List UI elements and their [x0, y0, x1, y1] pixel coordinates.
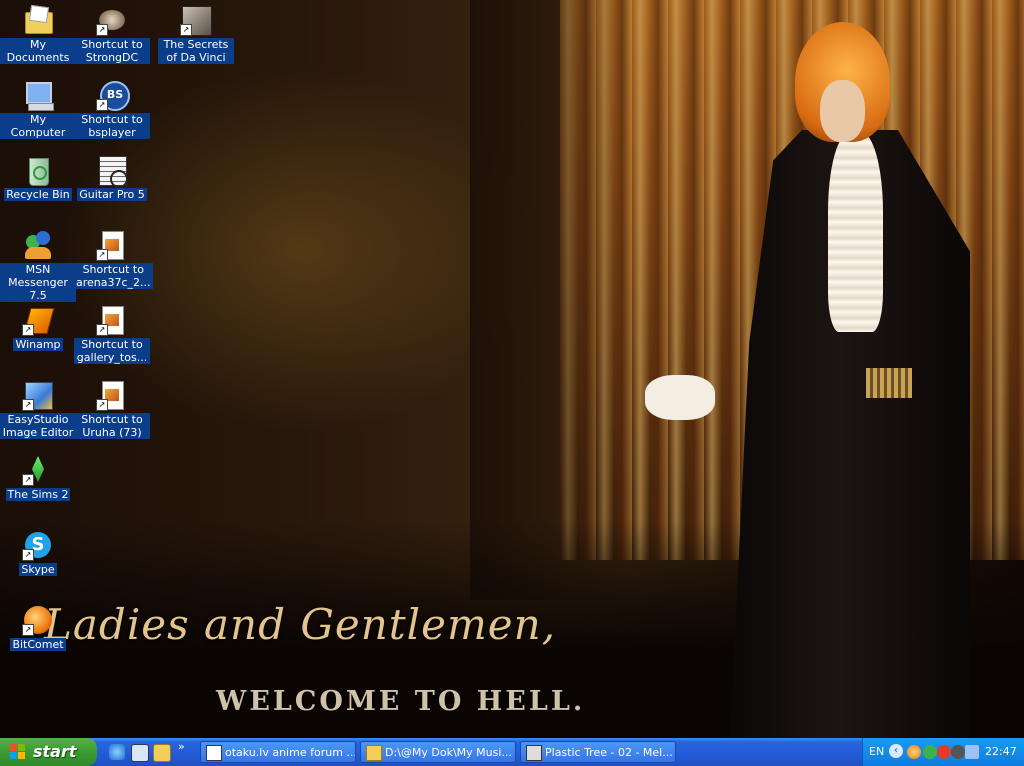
bitcomet-icon: ↗ [22, 604, 54, 636]
guitar-pro-icon [96, 154, 128, 188]
desktop-icon-uruha-73[interactable]: ↗ Shortcut to Uruha (73) [74, 379, 150, 439]
desktop[interactable]: Ladies and Gentlemen, WELCOME TO HELL. M… [0, 0, 1024, 738]
image-file-icon: ↗ [96, 229, 128, 261]
task-label: Plastic Tree - 02 - Mel... [545, 746, 673, 759]
task-otaku-forum[interactable]: otaku.lv anime forum ... [200, 741, 356, 763]
computer-icon [22, 79, 54, 111]
internet-explorer-icon[interactable] [109, 744, 125, 760]
desktop-icon-guitar-pro-5[interactable]: Guitar Pro 5 [74, 154, 150, 201]
icon-label: Shortcut to StrongDC [74, 38, 150, 64]
taskbar: start » otaku.lv anime forum ... D:\@My … [0, 738, 1024, 766]
language-indicator[interactable]: EN [869, 745, 884, 758]
icon-label: Shortcut to arena37c_2... [74, 263, 153, 289]
folder-icon [366, 745, 382, 761]
shortcut-arrow-icon: ↗ [22, 399, 34, 411]
bitcomet-tray-icon[interactable] [907, 745, 921, 759]
icon-label: Winamp [13, 338, 63, 351]
icon-label: MSN Messenger 7.5 [0, 263, 76, 302]
shortcut-arrow-icon: ↗ [22, 474, 34, 486]
icon-label: Shortcut to bsplayer [74, 113, 150, 139]
wallpaper-figure [645, 22, 980, 738]
desktop-icon-my-computer[interactable]: My Computer [0, 79, 76, 139]
desktop-icon-bitcomet[interactable]: ↗ BitComet [0, 604, 76, 651]
tray-collapse-icon[interactable]: ‹ [889, 744, 903, 758]
icon-label: The Sims 2 [5, 488, 71, 501]
desktop-icon-arena37c[interactable]: ↗ Shortcut to arena37c_2... [74, 229, 153, 289]
desktop-icon-skype[interactable]: S ↗ Skype [0, 529, 76, 576]
desktop-icon-recycle-bin[interactable]: Recycle Bin [0, 154, 76, 201]
sims-plumbob-icon: ↗ [22, 454, 54, 486]
figure-cuff [645, 375, 715, 420]
msn-tray-icon[interactable] [923, 745, 937, 759]
desktop-icon-da-vinci[interactable]: ↗ The Secrets of Da Vinci [158, 4, 234, 64]
image-editor-icon: ↗ [22, 379, 54, 411]
media-player-icon [526, 745, 542, 761]
task-plastic-tree[interactable]: Plastic Tree - 02 - Mel... [520, 741, 676, 763]
windows-logo-icon [10, 744, 26, 760]
shortcut-arrow-icon: ↗ [96, 324, 108, 336]
icon-label: My Documents [0, 38, 76, 64]
shortcut-arrow-icon: ↗ [22, 624, 34, 636]
shortcut-arrow-icon: ↗ [22, 549, 34, 561]
icon-label: The Secrets of Da Vinci [158, 38, 234, 64]
wallpaper-subtitle: WELCOME TO HELL. [216, 686, 586, 717]
start-button[interactable]: start [0, 738, 97, 766]
icon-label: Shortcut to Uruha (73) [74, 413, 150, 439]
stop-tray-icon[interactable] [937, 745, 951, 759]
desktop-icon-winamp[interactable]: ↗ Winamp [0, 304, 76, 351]
strongdc-icon: ↗ [96, 4, 128, 36]
show-desktop-icon[interactable] [131, 744, 149, 762]
wallpaper-script-text: Ladies and Gentlemen, [44, 600, 557, 649]
shortcut-arrow-icon: ↗ [22, 324, 34, 336]
quick-launch-overflow[interactable]: » [178, 740, 185, 753]
folder-documents-icon [22, 4, 54, 36]
desktop-icon-bsplayer[interactable]: BS ↗ Shortcut to bsplayer [74, 79, 150, 139]
desktop-icon-msn-messenger[interactable]: MSN Messenger 7.5 [0, 229, 76, 302]
icon-label: BitComet [10, 638, 66, 651]
msn-buddy-icon [22, 229, 54, 261]
wallpaper-fade [470, 0, 630, 600]
start-label: start [33, 742, 77, 761]
shortcut-arrow-icon: ↗ [96, 24, 108, 36]
task-label: otaku.lv anime forum ... [225, 746, 356, 759]
icon-label: My Computer [0, 113, 76, 139]
icon-label: Recycle Bin [4, 188, 72, 201]
image-file-icon: ↗ [96, 304, 128, 336]
icon-label: Skype [19, 563, 57, 576]
shortcut-arrow-icon: ↗ [96, 249, 108, 261]
task-label: D:\@My Dok\My Musi... [385, 746, 512, 759]
antivirus-tray-icon[interactable] [951, 745, 965, 759]
winamp-icon: ↗ [22, 304, 55, 336]
icon-label: EasyStudio Image Editor [0, 413, 76, 439]
desktop-icon-strongdc[interactable]: ↗ Shortcut to StrongDC [74, 4, 150, 64]
figure-face [820, 80, 865, 142]
figure-ruffle [828, 132, 883, 332]
image-file-icon: ↗ [96, 379, 128, 411]
desktop-icon-my-documents[interactable]: My Documents [0, 4, 76, 64]
shortcut-arrow-icon: ↗ [180, 24, 192, 36]
figure-belt [866, 368, 912, 398]
icon-label: Shortcut to gallery_tos... [74, 338, 150, 364]
recycle-bin-icon [22, 154, 54, 186]
game-icon: ↗ [180, 4, 212, 36]
browser-icon [206, 745, 222, 761]
clock: 22:47 [985, 745, 1017, 758]
shortcut-arrow-icon: ↗ [96, 399, 108, 411]
system-tray: EN ‹ 22:47 [862, 738, 1024, 766]
desktop-icon-gallery-tos[interactable]: ↗ Shortcut to gallery_tos... [74, 304, 150, 364]
desktop-icon-easystudio[interactable]: ↗ EasyStudio Image Editor [0, 379, 76, 439]
folder-icon[interactable] [153, 744, 171, 762]
bsplayer-icon: BS ↗ [96, 79, 130, 111]
skype-icon: S ↗ [22, 529, 54, 561]
network-tray-icon[interactable] [965, 745, 979, 759]
icon-label: Guitar Pro 5 [77, 188, 147, 201]
shortcut-arrow-icon: ↗ [96, 99, 108, 111]
desktop-icon-the-sims-2[interactable]: ↗ The Sims 2 [0, 454, 76, 501]
task-explorer-folder[interactable]: D:\@My Dok\My Musi... [360, 741, 516, 763]
